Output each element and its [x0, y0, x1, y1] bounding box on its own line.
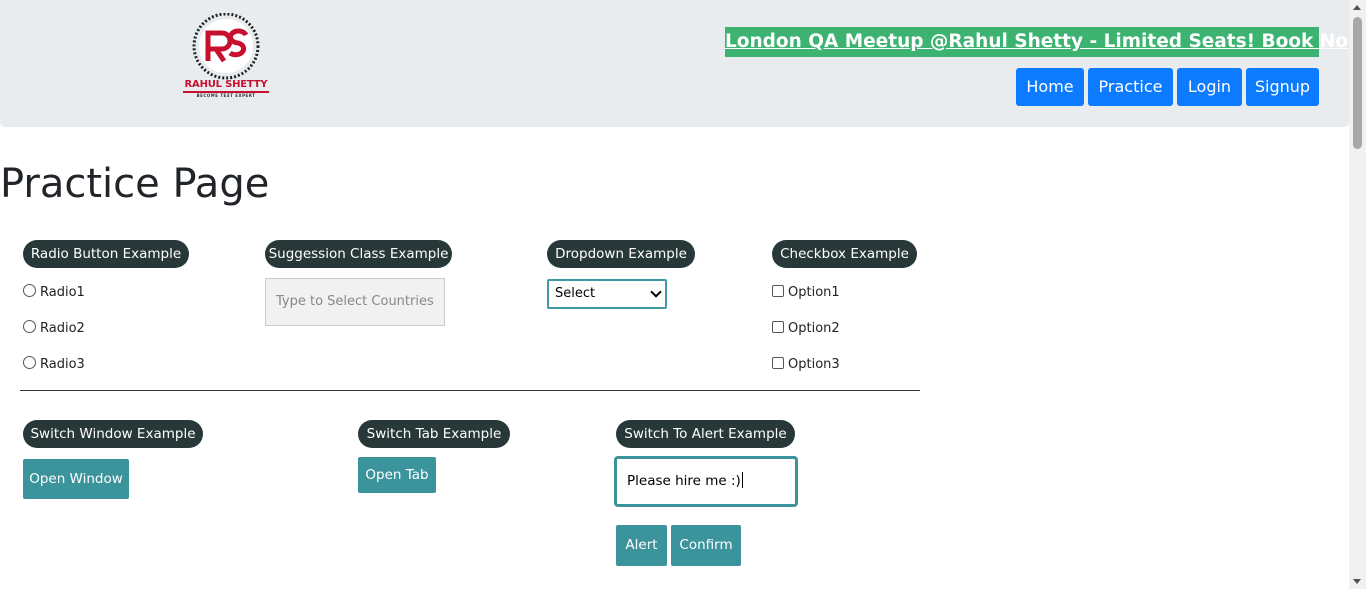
promo-banner-link[interactable]: London QA Meetup @Rahul Shetty - Limited… — [725, 27, 1366, 57]
radio-option-3[interactable]: Radio3 — [23, 356, 85, 374]
site-header: RAHUL SHETTY BECOME TEST EXPERT London Q… — [0, 0, 1366, 127]
checkbox-icon[interactable] — [772, 357, 784, 369]
checkbox-option-2[interactable]: Option2 — [772, 320, 840, 338]
text-cursor — [741, 472, 743, 488]
radio-button-icon[interactable] — [23, 320, 36, 333]
site-logo[interactable]: RAHUL SHETTY BECOME TEST EXPERT — [180, 13, 272, 101]
checkbox-icon[interactable] — [772, 321, 784, 333]
checkbox-label: Option2 — [788, 321, 840, 336]
dropdown-select[interactable]: Select — [547, 279, 667, 309]
logo-name: RAHUL SHETTY — [184, 79, 268, 90]
confirm-button[interactable]: Confirm — [671, 525, 741, 566]
checkbox-label: Option3 — [788, 357, 840, 372]
checkbox-icon[interactable] — [772, 285, 784, 297]
alert-name-input[interactable]: Please hire me :) — [614, 456, 798, 507]
section-divider — [20, 390, 920, 391]
page-title: Practice Page — [0, 161, 270, 207]
nav-home-button[interactable]: Home — [1016, 68, 1084, 106]
checkbox-option-3[interactable]: Option3 — [772, 356, 840, 374]
radio-label: Radio1 — [40, 285, 85, 300]
open-tab-button[interactable]: Open Tab — [358, 457, 436, 493]
switch-tab-legend: Switch Tab Example — [358, 420, 510, 448]
radio-option-2[interactable]: Radio2 — [23, 320, 85, 338]
alert-button[interactable]: Alert — [616, 525, 667, 566]
radio-label: Radio2 — [40, 321, 85, 336]
chevron-down-icon — [650, 286, 662, 298]
suggestion-section-legend: Suggession Class Example — [265, 240, 452, 268]
checkbox-option-1[interactable]: Option1 — [772, 284, 840, 302]
country-autocomplete-input[interactable]: Type to Select Countries — [265, 278, 445, 326]
switch-alert-legend: Switch To Alert Example — [616, 420, 795, 448]
radio-button-icon[interactable] — [23, 356, 36, 369]
radio-section-legend: Radio Button Example — [23, 240, 189, 268]
page-scrollbar[interactable] — [1349, 0, 1366, 589]
scroll-up-arrow-icon[interactable] — [1353, 5, 1361, 10]
radio-option-1[interactable]: Radio1 — [23, 284, 85, 302]
logo-tagline: BECOME TEST EXPERT — [196, 93, 256, 98]
switch-window-legend: Switch Window Example — [23, 420, 203, 448]
scroll-down-arrow-icon[interactable] — [1353, 579, 1361, 584]
nav-signup-button[interactable]: Signup — [1246, 68, 1319, 106]
radio-label: Radio3 — [40, 357, 85, 372]
alert-input-value: Please hire me :) — [627, 473, 741, 489]
dropdown-section-legend: Dropdown Example — [547, 240, 695, 268]
nav-login-button[interactable]: Login — [1177, 68, 1242, 106]
checkbox-section-legend: Checkbox Example — [772, 240, 917, 268]
radio-button-icon[interactable] — [23, 284, 36, 297]
rs-logo-icon — [192, 13, 260, 80]
dropdown-selected-value: Select — [555, 286, 596, 301]
open-window-button[interactable]: Open Window — [23, 459, 129, 499]
nav-practice-button[interactable]: Practice — [1088, 68, 1173, 106]
scrollbar-thumb[interactable] — [1353, 17, 1362, 149]
checkbox-label: Option1 — [788, 285, 840, 300]
